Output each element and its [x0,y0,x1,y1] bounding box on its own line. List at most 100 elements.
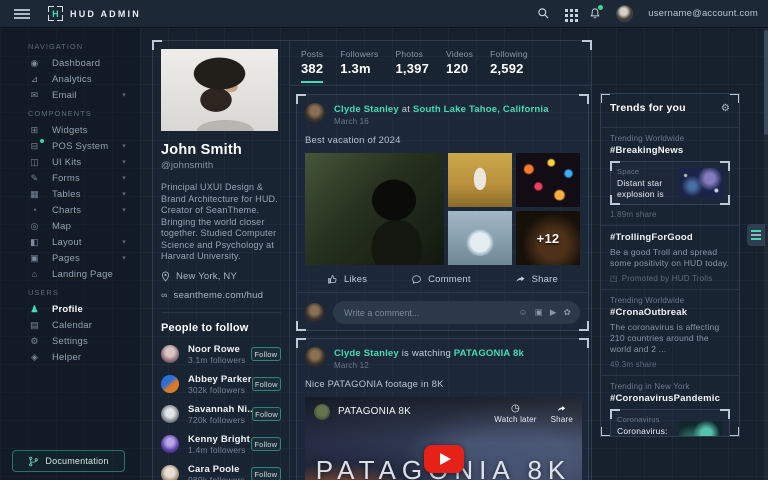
trend-item[interactable]: #TrollingForGood Be a good Troll and spr… [610,232,730,283]
sidebar-item-settings[interactable]: ⚙Settings [0,333,140,349]
emoji-icon[interactable]: ☺ [519,307,528,318]
divider [601,375,739,376]
avatar [161,375,179,393]
trend-item[interactable]: Trending in New York #CoronavirusPandemi… [610,382,730,437]
trend-news-card[interactable]: Space Distant star explosion is [610,161,730,205]
watch-later-button[interactable]: ◷Watch later [494,404,536,443]
trend-hashtag[interactable]: #CronaOutbreak [610,307,730,318]
follow-button[interactable]: Follow [251,347,281,361]
sidebar-item-analytics[interactable]: ⊿Analytics [0,71,140,87]
video-player[interactable]: PATAGONIA 8K ◷Watch later Share PATAGONI… [305,397,582,480]
scrollbar-thumb[interactable] [764,30,768,135]
brand-logo[interactable]: H HUD ADMIN [48,6,141,21]
documentation-button[interactable]: Documentation [12,450,125,472]
person-name[interactable]: Abbey Parker [188,374,252,385]
documentation-label: Documentation [45,456,108,466]
sidebar-item-label: Tables [52,189,81,200]
grid-dots [565,9,568,12]
person-row: Cara Poole989k followers Follow [161,464,281,480]
trend-item[interactable]: Trending Worldwide #CronaOutbreak The co… [610,296,730,369]
search-icon[interactable] [537,7,550,20]
header-actions: username@account.com [537,5,758,22]
profile-icon: ♟ [28,304,41,315]
person-name[interactable]: Kenny Bright [188,434,251,445]
camera-icon[interactable]: ▣ [535,307,543,318]
stat-followers[interactable]: Followers 1.3m [340,49,378,83]
sidebar-item-forms[interactable]: ✎Forms▾ [0,170,140,186]
photo-more-overlay[interactable]: +12 [516,211,580,265]
comment-input[interactable] [342,307,519,319]
sidebar-item-helper[interactable]: ◈Helper [0,349,140,365]
theme-settings-toggle[interactable] [747,224,765,246]
photo-neon-city[interactable] [516,153,580,207]
sidebar-item-pos-system[interactable]: ⊟POS System▾ [0,138,140,154]
sidebar-item-layout[interactable]: ◧Layout▾ [0,234,140,250]
sidebar-item-map[interactable]: ◎Map [0,218,140,234]
youtube-play-button[interactable] [424,445,464,473]
stat-following[interactable]: Following 2,592 [490,49,528,83]
stat-photos[interactable]: Photos 1,397 [395,49,429,83]
photo-wheat-field[interactable] [448,153,512,207]
person-name[interactable]: Cara Poole [188,464,251,475]
sidebar-item-dashboard[interactable]: ◉Dashboard [0,55,140,71]
sidebar-item-ui-kits[interactable]: ◫UI Kits▾ [0,154,140,170]
trend-hashtag[interactable]: #BreakingNews [610,145,730,156]
divider [601,289,739,290]
stat-posts[interactable]: Posts 382 [301,49,323,83]
post-target[interactable]: South Lake Tahoe, California [413,104,549,115]
column-divider [289,41,290,480]
sidebar-item-pages[interactable]: ▣Pages▾ [0,250,140,266]
sidebar-item-tables[interactable]: ▦Tables▾ [0,186,140,202]
settings-gear-icon: ⚙ [28,336,41,347]
channel-avatar[interactable] [314,404,330,420]
video-channel-title[interactable]: PATAGONIA 8K [338,406,411,443]
photo-glass-globe[interactable] [448,211,512,265]
follow-button[interactable]: Follow [251,467,281,480]
more-photos-count: +12 [537,231,560,246]
apps-grid-icon[interactable] [565,9,574,19]
analytics-icon: ⊿ [28,74,41,85]
comment-button[interactable]: Comment [411,274,471,285]
share-button[interactable]: Share [515,274,558,285]
person-row: Kenny Bright1.4m followers Follow [161,434,281,455]
follow-button[interactable]: Follow [252,407,281,421]
sidebar-item-calendar[interactable]: ▤ Calendar [0,317,140,333]
trends-gear-icon[interactable]: ⚙ [721,103,730,114]
follow-button[interactable]: Follow [252,377,281,391]
hamburger-icon[interactable] [14,9,30,19]
trend-hashtag[interactable]: #CoronavirusPandemic [610,393,730,404]
helper-icon: ◈ [28,352,41,363]
user-avatar[interactable] [616,5,633,22]
author-name[interactable]: Clyde Stanley [334,348,399,359]
sidebar-item-profile[interactable]: ♟Profile [0,301,140,317]
like-button[interactable]: Likes [327,274,367,285]
calendar-icon: ▤ [28,320,41,331]
trend-hashtag[interactable]: #TrollingForGood [610,232,730,243]
photo-forest-hat[interactable] [305,153,444,265]
post-target[interactable]: PATAGONIA 8k [454,348,524,359]
follow-button[interactable]: Follow [251,437,281,451]
chevron-down-icon: ▾ [122,91,126,99]
video-share-button[interactable]: Share [551,404,573,443]
author-name[interactable]: Clyde Stanley [334,104,399,115]
page-scrollbar[interactable] [764,28,768,480]
notifications-bell-icon[interactable] [589,7,601,20]
sidebar-item-email[interactable]: ✉Email▾ [0,87,140,103]
sidebar-item-charts[interactable]: ◔Charts▾ [0,202,140,218]
author-avatar[interactable] [305,103,325,123]
person-name[interactable]: Noor Rowe [188,344,251,355]
person-name[interactable]: Savannah Ni... [188,404,252,415]
sidebar-item-landing-page[interactable]: ⌂Landing Page [0,266,140,282]
sticker-icon[interactable]: ✿ [564,307,571,318]
sidebar-item-label: Calendar [52,320,92,331]
profile-website[interactable]: ∞ seantheme.com/hud [161,290,281,301]
trend-item[interactable]: Trending Worldwide #BreakingNews Space D… [610,134,730,219]
person-row: Abbey Parker302k followers Follow [161,374,281,395]
author-avatar[interactable] [305,347,325,367]
video-icon[interactable]: ▶ [550,307,557,318]
trend-news-card[interactable]: Coronavirus Coronavirus: US suspends tra… [610,409,730,437]
location-text: New York, NY [176,271,237,282]
sidebar-item-widgets[interactable]: ⊞Widgets [0,122,140,138]
account-email[interactable]: username@account.com [648,8,758,19]
stat-videos[interactable]: Videos 120 [446,49,473,83]
